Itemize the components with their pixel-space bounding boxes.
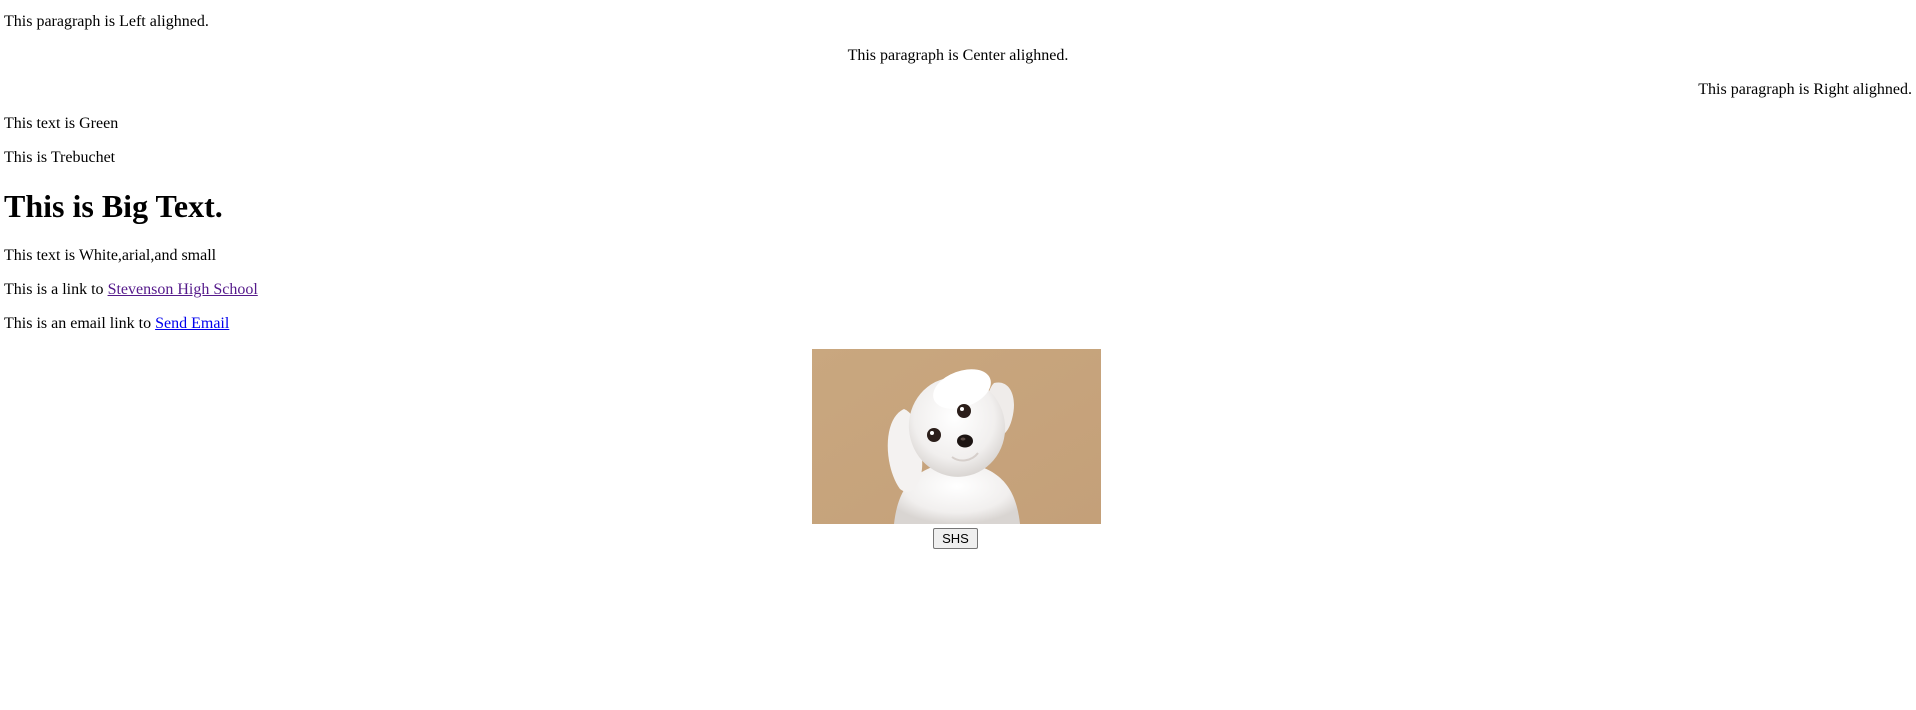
send-email-link[interactable]: Send Email: [155, 315, 229, 332]
email-link-paragraph: This is an email link to Send Email: [4, 314, 229, 334]
white-arial-small-paragraph: This text is White,arial,and small: [4, 247, 217, 264]
stevenson-high-school-link[interactable]: Stevenson High School: [108, 281, 258, 298]
center-aligned-paragraph: This paragraph is Center alighned.: [847, 47, 1069, 64]
white-puppy-illustration: [812, 349, 1101, 524]
right-aligned-paragraph: This paragraph is Right alighned.: [1698, 81, 1912, 98]
shs-button[interactable]: SHS: [933, 528, 978, 549]
page: This paragraph is Left alighned. This pa…: [0, 0, 1916, 710]
school-link-paragraph: This is a link to Stevenson High School: [4, 280, 258, 300]
left-aligned-paragraph: This paragraph is Left alighned.: [4, 13, 209, 30]
trebuchet-paragraph: This is Trebuchet: [4, 149, 116, 166]
green-text-paragraph: This text is Green: [4, 115, 119, 132]
big-text-heading: This is Big Text.: [4, 188, 223, 224]
email-link-prefix: This is an email link to: [4, 315, 156, 332]
school-link-prefix: This is a link to: [4, 281, 108, 298]
puppy-image: [812, 349, 1101, 524]
